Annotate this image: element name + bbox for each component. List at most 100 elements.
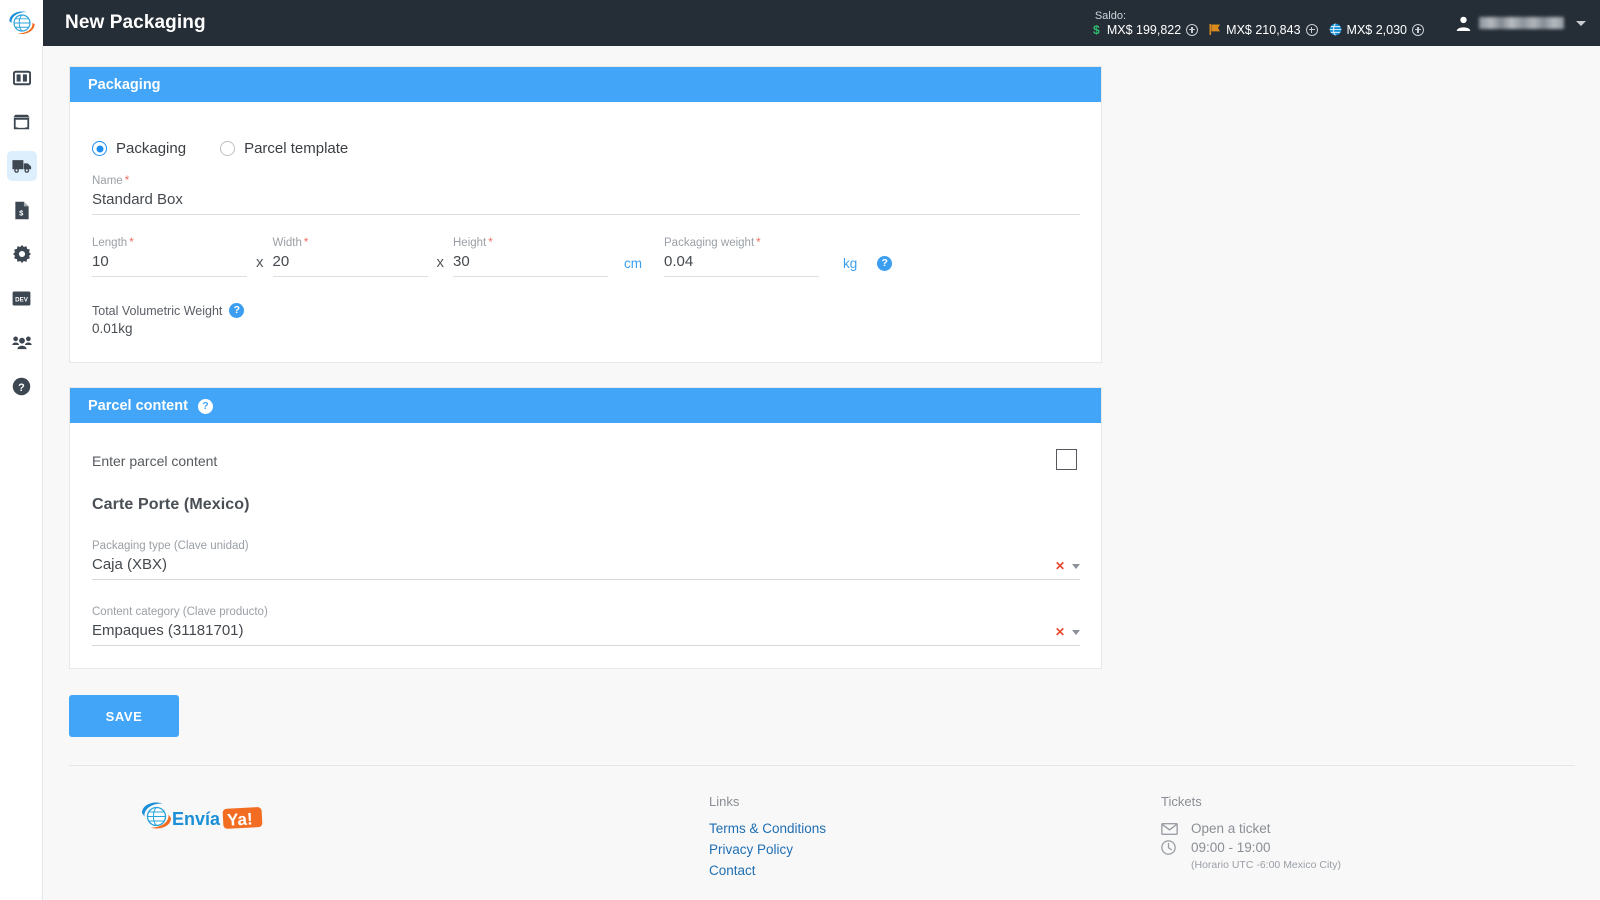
hours-note: (Horario UTC -6:00 Mexico City) (1191, 859, 1341, 871)
balance-amount: MX$ 2,030 (1346, 22, 1407, 37)
sidebar-item-help[interactable]: ? (0, 368, 43, 404)
globe-icon (1329, 23, 1342, 36)
parcel-content-card-title: Parcel content (88, 397, 188, 414)
svg-text:Ya!: Ya! (227, 809, 253, 829)
required-marker: * (124, 175, 130, 187)
parcel-content-help-icon[interactable]: ? (197, 397, 213, 414)
content-category-select[interactable]: Content category (Clave producto) Empaqu… (92, 606, 1080, 646)
dev-badge-icon: DEV (7, 283, 37, 313)
close-x-icon[interactable]: ✕ (1055, 626, 1065, 638)
required-marker: * (129, 237, 134, 249)
enviaya-logo: Envía Ya! (142, 802, 263, 834)
sidebar-item-shipments[interactable] (0, 148, 43, 184)
name-input[interactable]: Standard Box (92, 191, 1080, 215)
radio-parcel-template-label: Parcel template (244, 140, 349, 157)
add-funds-icon[interactable] (1305, 23, 1318, 36)
truck-icon (6, 151, 37, 181)
required-marker: * (488, 237, 493, 249)
radio-packaging[interactable]: Packaging (92, 140, 186, 157)
packaging-type-select[interactable]: Packaging type (Clave unidad) Caja (XBX)… (92, 540, 1080, 580)
packaging-weight-field[interactable]: Packaging weight * 0.04 (664, 237, 819, 277)
sidebar-item-store[interactable] (0, 104, 43, 140)
packaging-type-value-row[interactable]: Caja (XBX) ✕ (92, 556, 1080, 580)
footer-link-terms[interactable]: Terms & Conditions (709, 821, 1161, 836)
avatar-icon (1455, 15, 1472, 32)
sidebar-item-developers[interactable]: DEV (0, 280, 43, 316)
radio-parcel-template-input[interactable] (220, 141, 236, 156)
balance-amount: MX$ 199,822 (1106, 22, 1182, 37)
balance-item-flag: MX$ 210,843 (1209, 23, 1328, 37)
hours-row: 09:00 - 19:00 (1161, 840, 1521, 855)
volumetric-weight-label: Total Volumetric Weight (92, 303, 223, 318)
user-menu[interactable] (1455, 15, 1600, 32)
balance-item-mxn-primary: $ MX$ 199,822 (1093, 23, 1209, 37)
width-field[interactable]: Width * 20 (272, 237, 428, 277)
gear-icon (7, 239, 37, 269)
packaging-card: Packaging Packaging Parcel template Name… (69, 66, 1102, 363)
name-field[interactable]: Name * Standard Box (92, 175, 1080, 215)
sidebar-item-billing[interactable]: $ (0, 192, 43, 228)
sidebar-item-settings[interactable] (0, 236, 43, 272)
dollar-sign-icon: $ (1093, 23, 1102, 36)
enter-parcel-content-label: Enter parcel content (92, 453, 218, 469)
footer-link-contact[interactable]: Contact (709, 863, 1161, 878)
multiply-symbol: x (436, 254, 445, 271)
enter-parcel-content-row: Enter parcel content (92, 449, 1079, 470)
balance-area: Saldo: $ MX$ 199,822 MX$ 210,843 MX$ 2,0… (1093, 0, 1441, 46)
close-x-icon[interactable]: ✕ (1055, 560, 1065, 572)
dimension-unit-label: cm (624, 256, 642, 271)
content-category-controls: ✕ (1055, 626, 1080, 639)
length-label: Length * (92, 237, 134, 249)
sidebar-item-dashboard[interactable] (0, 60, 43, 96)
footer-tickets-column: Tickets Open a ticket 09:00 - 19:00 (Hor… (1161, 794, 1521, 884)
width-input[interactable]: 20 (272, 253, 428, 277)
height-label: Height * (453, 237, 493, 249)
help-circle-icon: ? (197, 398, 213, 414)
footer-link-privacy[interactable]: Privacy Policy (709, 842, 1161, 857)
mode-radio-group: Packaging Parcel template (92, 140, 1079, 157)
hours-label: 09:00 - 19:00 (1191, 840, 1271, 855)
radio-parcel-template[interactable]: Parcel template (220, 140, 348, 157)
balance-label: Saldo: (1094, 9, 1127, 22)
length-input[interactable]: 10 (92, 253, 247, 277)
radio-packaging-label: Packaging (116, 140, 187, 157)
height-field[interactable]: Height * 30 (453, 237, 608, 277)
chevron-down-icon[interactable] (1072, 629, 1080, 635)
volumetric-weight-label-row: Total Volumetric Weight ? (92, 303, 1079, 318)
svg-text:$: $ (1093, 23, 1100, 36)
parcel-content-card-header: Parcel content ? (70, 388, 1101, 423)
length-field[interactable]: Length * 10 (92, 237, 247, 277)
enviaya-globe-logo (8, 8, 35, 38)
dimensions-row: Length * 10 x Width * 20 x Height * 30 c… (92, 237, 1079, 277)
content-category-value-row[interactable]: Empaques (31181701) ✕ (92, 622, 1080, 646)
footer-divider (69, 765, 1575, 766)
save-button[interactable]: SAVE (69, 695, 179, 737)
chevron-down-icon[interactable] (1576, 20, 1586, 26)
add-funds-icon[interactable] (1186, 23, 1199, 36)
footer: Envía Ya! Links Terms & Conditions Priva… (43, 794, 1600, 884)
height-input[interactable]: 30 (453, 253, 608, 277)
name-label: Name * (92, 175, 130, 187)
app-logo[interactable] (0, 0, 43, 46)
chevron-down-icon[interactable] (1072, 563, 1080, 569)
help-circle-icon[interactable]: ? (229, 303, 245, 318)
enter-parcel-content-checkbox[interactable] (1056, 449, 1077, 470)
add-funds-icon[interactable] (1412, 23, 1424, 36)
open-ticket-row[interactable]: Open a ticket (1161, 821, 1521, 836)
user-name-redacted (1479, 17, 1564, 29)
radio-packaging-input[interactable] (92, 141, 107, 156)
footer-tickets-title: Tickets (1161, 794, 1202, 809)
balance-item-globe: MX$ 2,030 (1329, 23, 1435, 37)
required-marker: * (756, 237, 761, 249)
packaging-weight-input[interactable]: 0.04 (664, 253, 819, 277)
packaging-weight-help-icon[interactable]: ? (877, 254, 893, 271)
parcel-content-card-body: Enter parcel content Carte Porte (Mexico… (70, 423, 1101, 668)
clock-icon (1161, 840, 1181, 855)
page-title: New Packaging (65, 12, 206, 33)
content-category-label: Content category (Clave producto) (92, 606, 268, 618)
store-icon (7, 107, 37, 137)
content-category-value: Empaques (31181701) (92, 622, 244, 639)
svg-text:DEV: DEV (15, 296, 29, 303)
sidebar-item-users[interactable] (0, 324, 43, 360)
packaging-card-title: Packaging (88, 76, 161, 93)
